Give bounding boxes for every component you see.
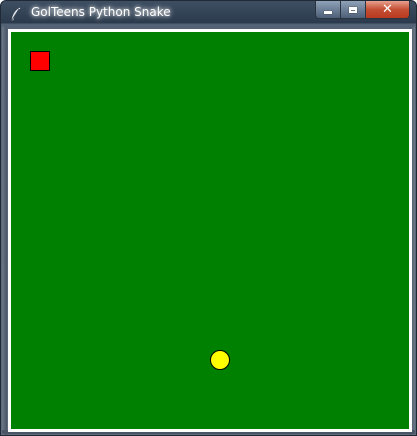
close-icon: ✕: [382, 2, 393, 17]
maximize-button[interactable]: [341, 1, 366, 19]
snake-head: [30, 51, 50, 71]
maximize-icon: [349, 6, 357, 13]
window-controls: ✕: [315, 1, 410, 20]
game-canvas[interactable]: [11, 32, 409, 429]
food-item: [210, 350, 230, 370]
feather-icon[interactable]: [10, 6, 22, 21]
title-bar[interactable]: GolTeens Python Snake ✕: [1, 1, 416, 25]
window-title: GolTeens Python Snake: [31, 5, 171, 19]
minimize-button[interactable]: [315, 1, 341, 19]
app-window: GolTeens Python Snake ✕: [0, 0, 417, 436]
client-area: [8, 29, 412, 432]
close-button[interactable]: ✕: [366, 1, 410, 19]
minimize-icon: [324, 11, 332, 14]
window-border-left[interactable]: [2, 27, 7, 435]
